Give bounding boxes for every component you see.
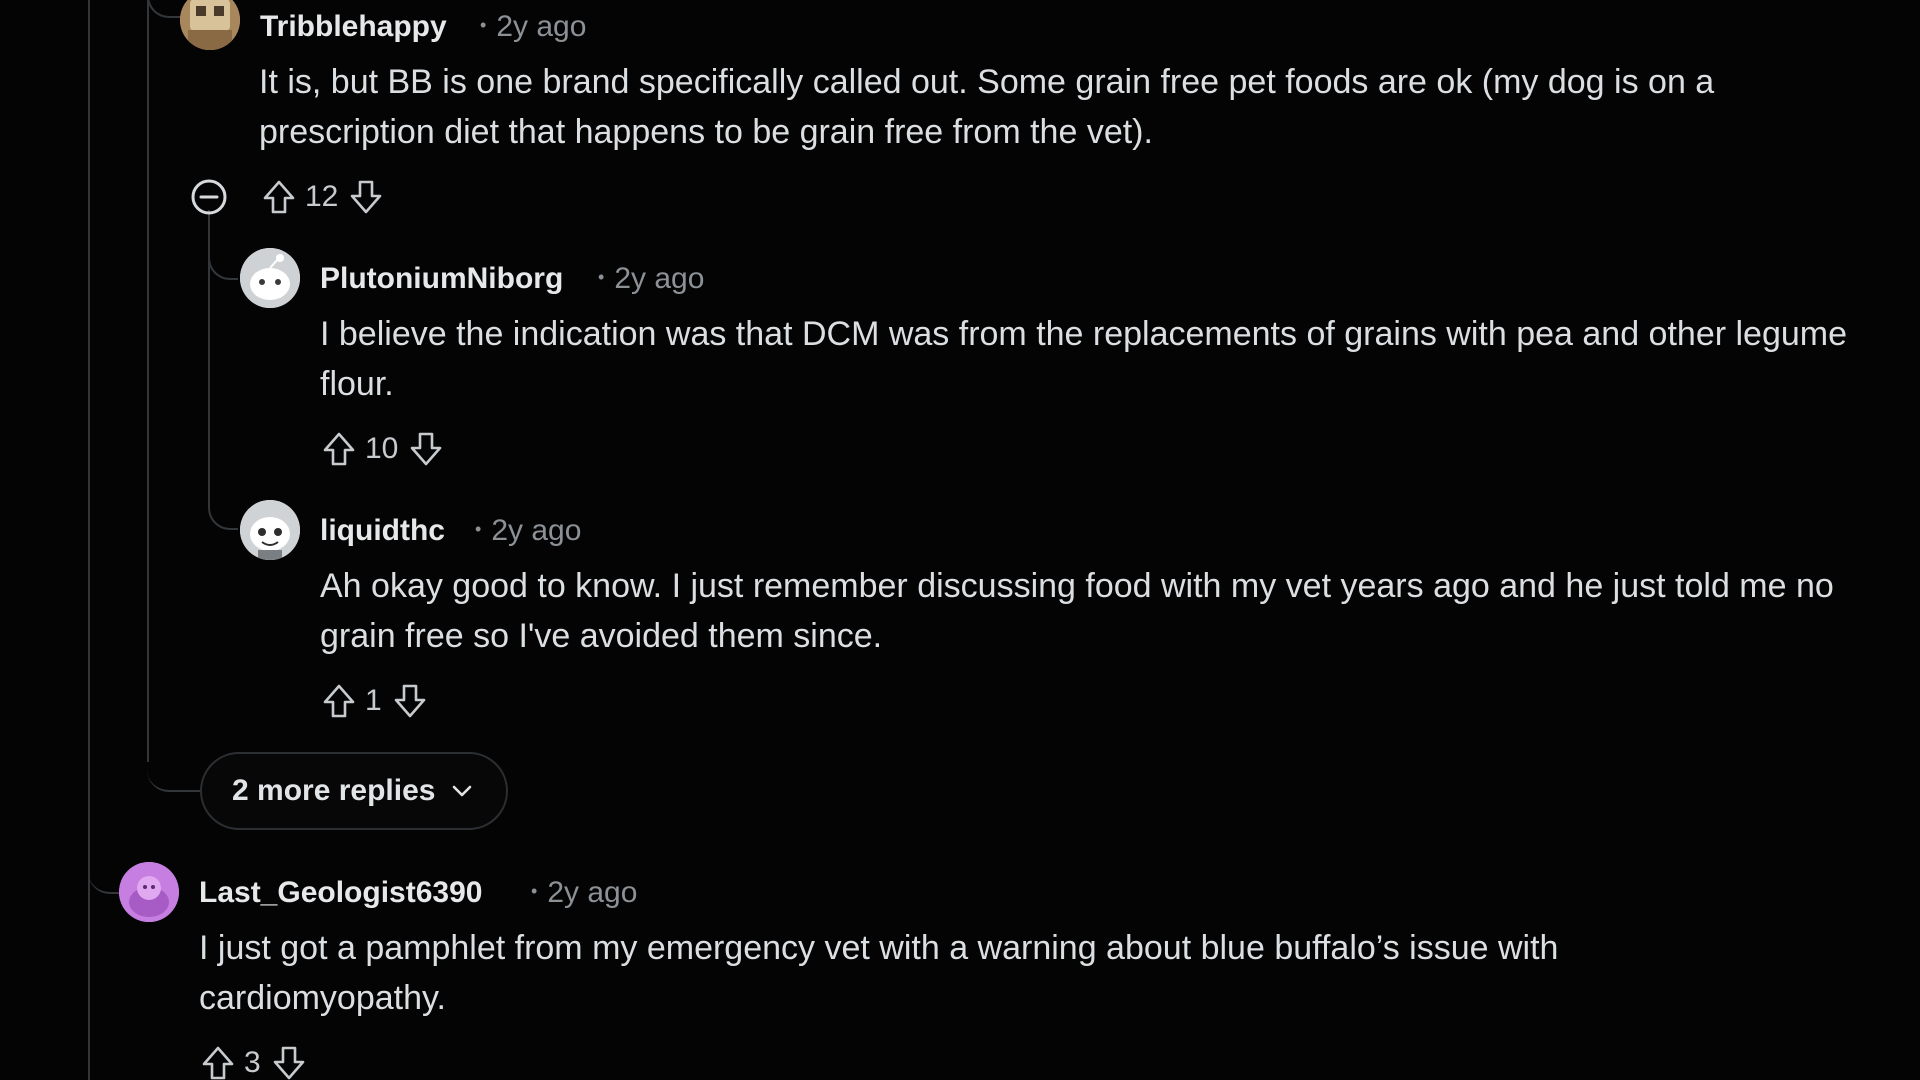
thread-curve-more-replies bbox=[147, 740, 203, 792]
downvote-arrow-icon bbox=[411, 432, 442, 466]
comment-time: 2y ago bbox=[547, 876, 638, 909]
vote-bar: 3 bbox=[198, 1043, 309, 1080]
thread-curve-plutonium bbox=[208, 252, 238, 280]
comment-body: It is, but BB is one brand specifically … bbox=[259, 63, 1715, 151]
comment-timestamp: • 2y ago bbox=[598, 264, 704, 294]
upvote-button[interactable] bbox=[319, 681, 359, 721]
more-replies-label: 2 more replies bbox=[232, 774, 436, 807]
thread-line-root bbox=[88, 0, 90, 1080]
chevron-down-icon bbox=[449, 778, 475, 804]
vote-score: 3 bbox=[244, 1046, 261, 1079]
downvote-button[interactable] bbox=[346, 177, 386, 217]
thread-line-level-1 bbox=[147, 0, 149, 762]
upvote-arrow-icon bbox=[323, 432, 355, 466]
upvote-arrow-icon bbox=[263, 180, 295, 214]
downvote-button[interactable] bbox=[406, 429, 446, 469]
vote-bar: 10 bbox=[319, 429, 446, 469]
vote-score: 12 bbox=[305, 180, 339, 213]
thread-curve-level-0 bbox=[88, 860, 120, 894]
comment-username[interactable]: Last_Geologist6390 bbox=[199, 878, 482, 908]
upvote-arrow-icon bbox=[323, 684, 355, 718]
comment-body: I just got a pamphlet from my emergency … bbox=[199, 929, 1559, 1017]
purple-snoo-avatar-icon bbox=[119, 862, 179, 922]
comment-username[interactable]: Tribblehappy bbox=[260, 12, 447, 42]
vote-bar: 1 bbox=[319, 681, 430, 721]
downvote-arrow-icon bbox=[351, 180, 382, 214]
comment-time: 2y ago bbox=[496, 10, 587, 43]
downvote-button[interactable] bbox=[269, 1043, 309, 1080]
comment-body: I believe the indication was that DCM wa… bbox=[320, 315, 1848, 403]
downvote-arrow-icon bbox=[394, 684, 425, 718]
vote-score: 10 bbox=[365, 432, 399, 465]
comment-username[interactable]: PlutoniumNiborg bbox=[320, 264, 563, 294]
collapse-thread-button[interactable] bbox=[189, 177, 229, 217]
upvote-button[interactable] bbox=[319, 429, 359, 469]
comment-timestamp: • 2y ago bbox=[475, 516, 581, 546]
upvote-button[interactable] bbox=[198, 1043, 238, 1080]
comment-time: 2y ago bbox=[614, 262, 705, 295]
comment-time: 2y ago bbox=[491, 514, 582, 547]
meta-separator: • bbox=[475, 519, 482, 539]
vote-score: 1 bbox=[365, 684, 382, 717]
avatar[interactable] bbox=[240, 248, 300, 308]
upvote-arrow-icon bbox=[202, 1046, 234, 1080]
meta-separator: • bbox=[598, 267, 605, 287]
white-snoo-avatar-icon bbox=[240, 500, 300, 560]
downvote-arrow-icon bbox=[273, 1046, 304, 1080]
comment-timestamp: • 2y ago bbox=[531, 878, 637, 908]
comment-timestamp: • 2y ago bbox=[480, 12, 586, 42]
upvote-button[interactable] bbox=[259, 177, 299, 217]
avatar[interactable] bbox=[180, 0, 240, 50]
more-replies-button[interactable]: 2 more replies bbox=[200, 752, 508, 830]
vote-bar: 12 bbox=[259, 177, 386, 217]
meta-separator: • bbox=[531, 881, 538, 901]
thread-curve-liquidthc bbox=[208, 480, 238, 530]
comment-username[interactable]: liquidthc bbox=[320, 516, 445, 546]
collapse-minus-icon bbox=[191, 179, 227, 215]
meta-separator: • bbox=[480, 15, 487, 35]
avatar[interactable] bbox=[240, 500, 300, 560]
avatar[interactable] bbox=[119, 862, 179, 922]
comment-body: Ah okay good to know. I just remember di… bbox=[320, 567, 1834, 655]
tan-avatar-icon bbox=[180, 0, 240, 50]
downvote-button[interactable] bbox=[390, 681, 430, 721]
thread-curve-tribble bbox=[147, 0, 181, 18]
white-snoo-avatar-icon bbox=[240, 248, 300, 308]
